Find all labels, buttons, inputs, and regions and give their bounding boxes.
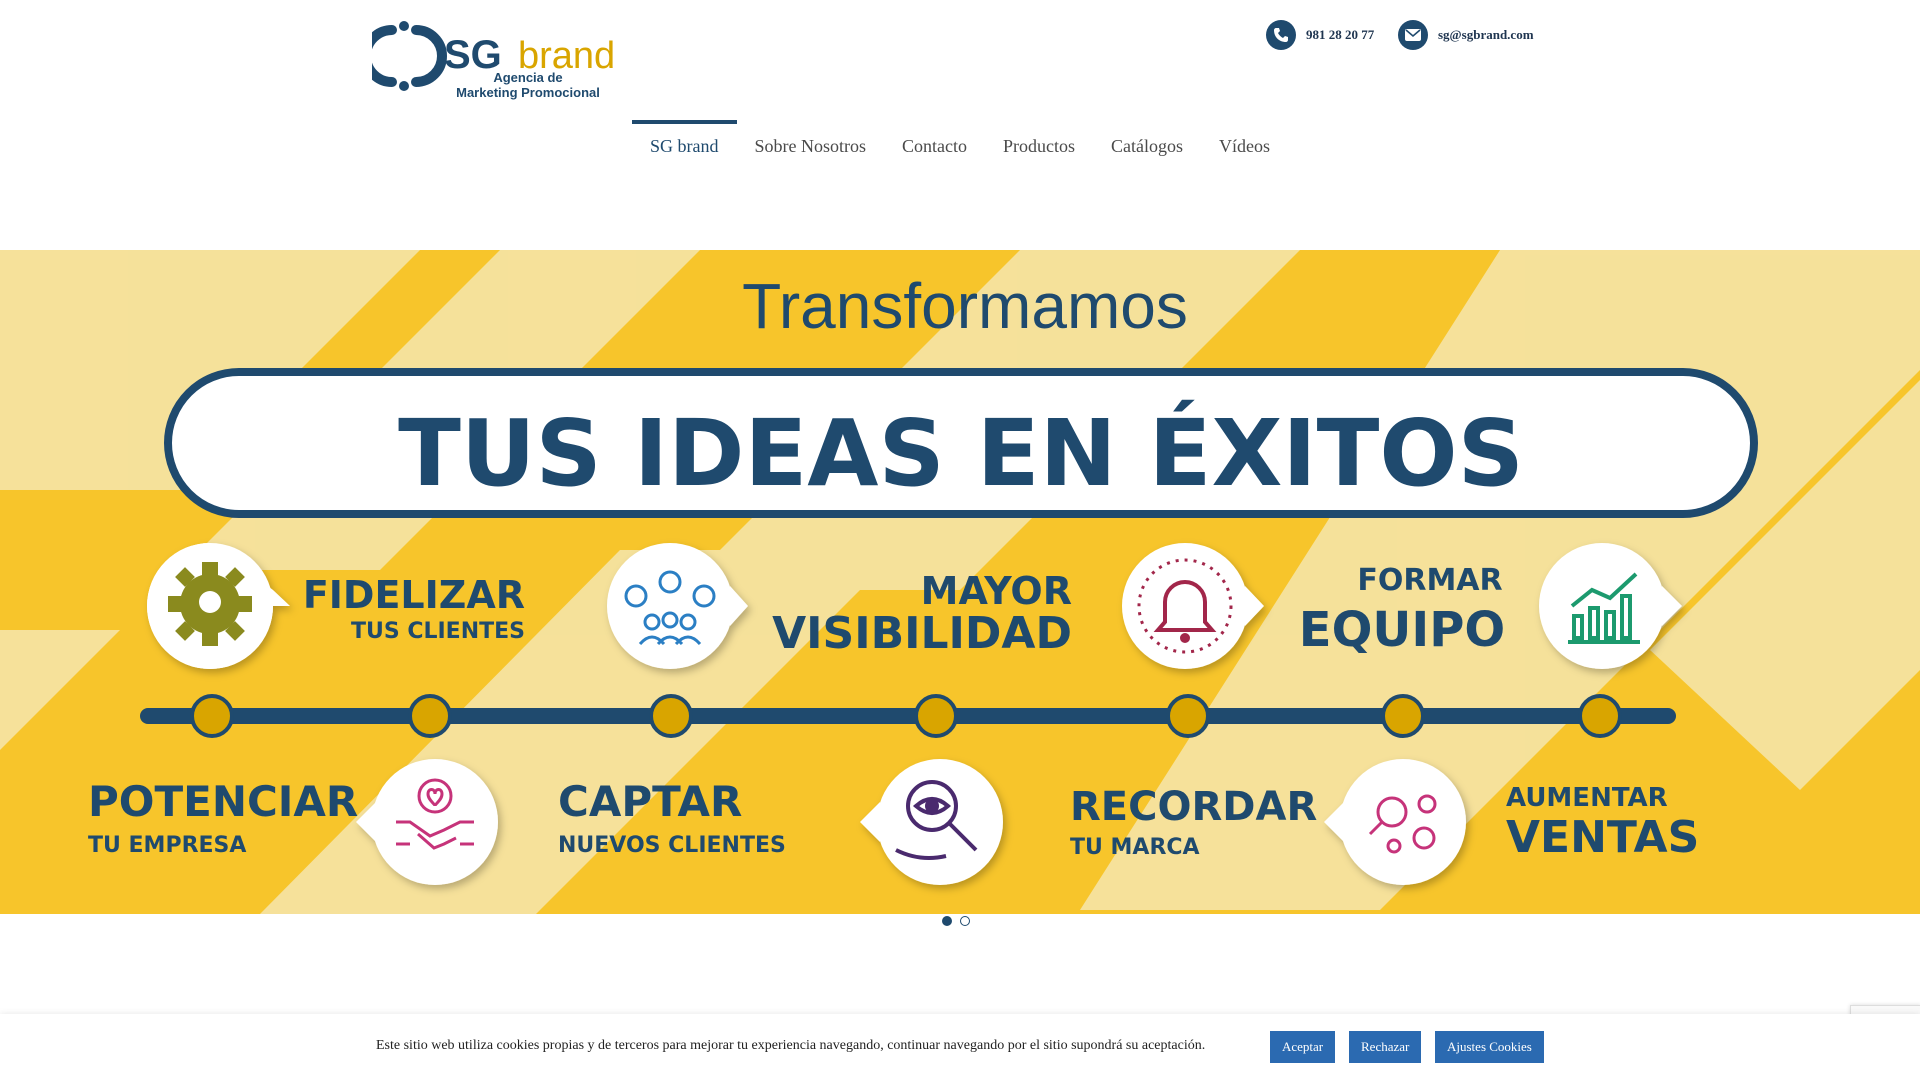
slider-dot-2[interactable]: [960, 916, 970, 926]
visibilidad-title: VISIBILIDAD: [772, 608, 1072, 659]
nav-item-sg-brand[interactable]: SG brand: [632, 120, 737, 173]
nav-item-productos[interactable]: Productos: [985, 120, 1093, 173]
reject-cookies-button[interactable]: Rechazar: [1349, 1031, 1422, 1063]
recordar-title: RECORDAR: [1070, 784, 1317, 830]
captar-title: CAPTAR: [558, 777, 742, 826]
cookie-message: Este sitio web utiliza cookies propias y…: [376, 1038, 1206, 1053]
potenciar-subtitle: TU EMPRESA: [88, 833, 246, 858]
gear-head-icon: [168, 562, 252, 646]
formar-title: FORMAR: [1357, 563, 1502, 598]
recordar-subtitle: TU MARCA: [1070, 835, 1200, 860]
phone-number[interactable]: 981 28 20 77: [1306, 27, 1374, 43]
slider-pagination: [942, 916, 970, 926]
nav-item-videos[interactable]: Vídeos: [1201, 120, 1288, 173]
phone-contact[interactable]: 981 28 20 77: [1266, 20, 1374, 50]
potenciar-title: POTENCIAR: [88, 777, 358, 826]
main-nav: SG brand Sobre Nosotros Contacto Product…: [632, 120, 1288, 173]
timeline-bar: [140, 708, 1676, 724]
phone-icon: [1266, 20, 1296, 50]
hero-main-title: TUS IDEAS EN ÉXITOS: [398, 399, 1524, 507]
fidelizar-subtitle: TUS CLIENTES: [351, 619, 525, 644]
fidelizar-title: FIDELIZAR: [303, 573, 525, 617]
email-address[interactable]: sg@sgbrand.com: [1438, 27, 1534, 43]
aumentar-title: AUMENTAR: [1506, 783, 1668, 813]
captar-subtitle: NUEVOS CLIENTES: [558, 833, 786, 858]
hero-slide: Transformamos TUS IDEAS EN ÉXITOS FIDELI…: [0, 250, 1920, 914]
equipo-title: EQUIPO: [1299, 602, 1505, 658]
logo-tagline-1: Agencia de: [493, 70, 562, 85]
nav-item-contacto[interactable]: Contacto: [884, 120, 985, 173]
nav-item-catalogos[interactable]: Catálogos: [1093, 120, 1201, 173]
mail-icon: [1398, 20, 1428, 50]
accept-cookies-button[interactable]: Aceptar: [1270, 1031, 1336, 1063]
slider-dot-1[interactable]: [942, 916, 952, 926]
cookie-banner: Este sitio web utiliza cookies propias y…: [0, 1014, 1920, 1080]
logo-mark-icon: [361, 21, 447, 91]
mayor-title: MAYOR: [921, 569, 1072, 613]
brand-logo[interactable]: SG brand Agencia de Marketing Promociona…: [361, 18, 632, 102]
email-contact[interactable]: sg@sgbrand.com: [1398, 20, 1534, 50]
ventas-title: VENTAS: [1506, 812, 1699, 863]
hero-slider[interactable]: Transformamos TUS IDEAS EN ÉXITOS FIDELI…: [0, 250, 1920, 914]
cookie-settings-button[interactable]: Ajustes Cookies: [1435, 1031, 1544, 1063]
hero-headline: Transformamos: [742, 270, 1188, 342]
nav-item-sobre-nosotros[interactable]: Sobre Nosotros: [737, 120, 885, 173]
logo-tagline-2: Marketing Promocional: [456, 85, 600, 100]
